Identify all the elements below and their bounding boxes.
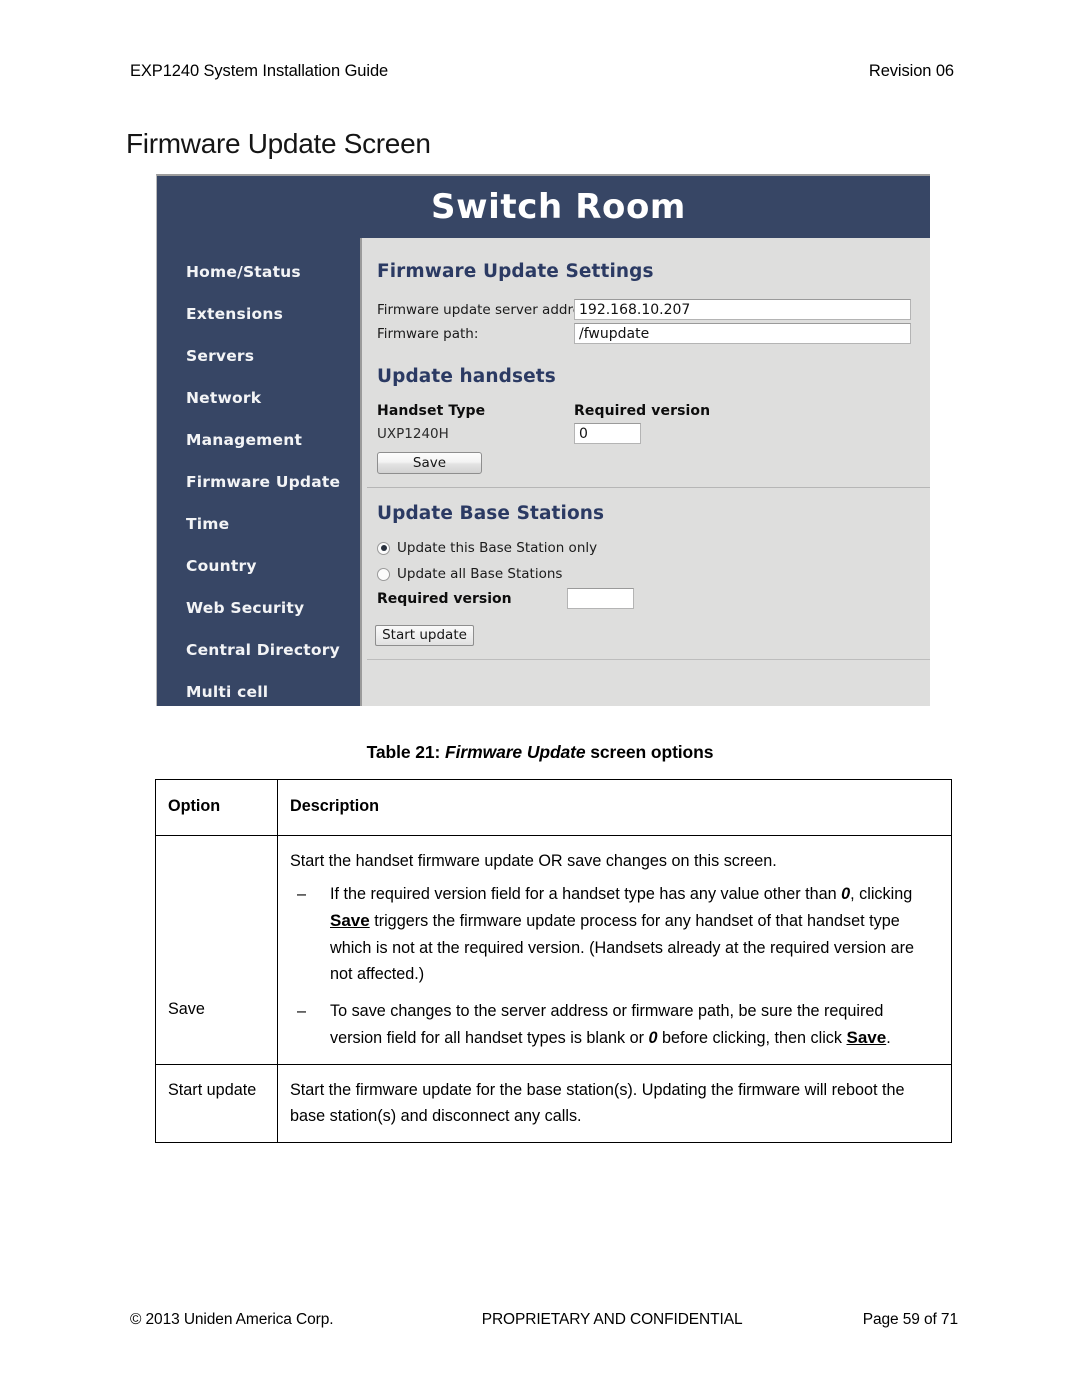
bullet2-part3: .	[886, 1029, 891, 1048]
header-option: Option	[155, 778, 278, 837]
dash-icon: –	[297, 1001, 307, 1020]
bullet1-part2: , clicking	[850, 884, 913, 903]
firmware-update-settings-section: Firmware Update Settings Firmware update…	[362, 238, 930, 344]
bullet2-part2: before clicking, then click	[657, 1029, 847, 1048]
table-row: Start update Start the firmware update f…	[155, 1063, 952, 1143]
sidebar-item-time[interactable]: Time	[157, 503, 360, 545]
page-title: Firmware Update Screen	[126, 128, 431, 159]
table-caption-suffix: screen options	[590, 742, 714, 762]
handset-type-value: UXP1240H	[377, 426, 449, 442]
sidebar-item-servers[interactable]: Servers	[157, 335, 360, 377]
base-required-version-input[interactable]	[567, 588, 634, 609]
base-required-version-row: Required version	[362, 588, 930, 609]
sidebar-item-management[interactable]: Management	[157, 419, 360, 461]
save-bullet-1: – If the required version field for a ha…	[290, 881, 940, 988]
bullet1-part1: If the required version field for a hand…	[330, 884, 842, 903]
bullet2-em1: 0	[648, 1029, 658, 1048]
footer-copyright: © 2013 Uniden America Corp.	[130, 1311, 334, 1328]
server-address-input[interactable]: 192.168.10.207	[574, 299, 911, 320]
panel-bottom-rule	[367, 659, 930, 660]
row-option-start-update: Start update	[155, 1063, 278, 1143]
sidebar-item-home-status[interactable]: Home/Status	[157, 251, 360, 293]
update-base-stations-heading: Update Base Stations	[377, 503, 605, 524]
firmware-path-row: Firmware path: /fwupdate	[362, 323, 930, 344]
section-divider	[367, 487, 930, 488]
sidebar-nav: Home/Status Extensions Servers Network M…	[157, 238, 360, 706]
dash-icon: –	[297, 884, 307, 903]
footer-page-number: Page 59 of 71	[862, 1311, 958, 1328]
firmware-update-settings-heading: Firmware Update Settings	[377, 261, 654, 282]
save-bullet-1-text: If the required version field for a hand…	[330, 881, 940, 988]
update-base-stations-section: Update Base Stations Update this Base St…	[362, 503, 930, 660]
bullet1-save-keyword: Save	[330, 911, 370, 931]
radio-update-this-label: Update this Base Station only	[397, 540, 598, 556]
sidebar-item-extensions[interactable]: Extensions	[157, 293, 360, 335]
header-description: Description	[277, 778, 952, 837]
table-caption-italic: Firmware Update	[445, 742, 586, 762]
required-version-column-header: Required version	[574, 403, 711, 419]
app-title: Switch Room	[431, 187, 686, 227]
radio-selected-icon[interactable]	[377, 541, 390, 555]
settings-panel: Firmware Update Settings Firmware update…	[360, 238, 930, 706]
footer-confidentiality: PROPRIETARY AND CONFIDENTIAL	[481, 1311, 743, 1328]
radio-update-all-label: Update all Base Stations	[397, 566, 563, 582]
radio-unselected-icon[interactable]	[377, 567, 390, 581]
server-address-row: Firmware update server address: 192.168.…	[362, 299, 930, 320]
handset-required-version-input[interactable]: 0	[574, 423, 641, 444]
handsets-table: Handset Type UXP1240H Required version 0…	[362, 403, 930, 474]
radio-update-this-base-station[interactable]: Update this Base Station only	[362, 540, 930, 556]
row-description-start-update: Start the firmware update for the base s…	[277, 1063, 952, 1143]
bullet1-em1: 0	[841, 884, 851, 903]
firmware-path-input[interactable]: /fwupdate	[574, 323, 911, 344]
server-address-label: Firmware update server address:	[377, 301, 600, 318]
bullet1-part3: triggers the firmware update process for…	[330, 912, 914, 984]
row-option-save: Save	[155, 835, 278, 1065]
sidebar-item-firmware-update[interactable]: Firmware Update	[157, 461, 360, 503]
save-bullet-2: – To save changes to the server address …	[290, 998, 940, 1052]
sidebar-item-central-directory[interactable]: Central Directory	[157, 629, 360, 671]
table-caption-prefix: Table 21:	[366, 742, 441, 762]
table-row: Save Start the handset firmware update O…	[155, 835, 952, 1065]
options-table: Option Description Save Start the handse…	[155, 778, 952, 1143]
save-button[interactable]: Save	[377, 452, 482, 474]
bullet2-save-keyword: Save	[846, 1028, 887, 1048]
table-caption: Table 21: Firmware Update screen options	[0, 742, 1080, 763]
sidebar-item-web-security[interactable]: Web Security	[157, 587, 360, 629]
sidebar-item-network[interactable]: Network	[157, 377, 360, 419]
sidebar-item-multi-cell[interactable]: Multi cell	[157, 671, 360, 706]
running-head-revision: Revision 06	[868, 62, 954, 80]
page-footer: © 2013 Uniden America Corp. PROPRIETARY …	[130, 1311, 960, 1329]
handset-type-column-header: Handset Type	[377, 403, 486, 419]
sidebar-item-country[interactable]: Country	[157, 545, 360, 587]
save-description-lead: Start the handset firmware update OR sav…	[290, 852, 777, 871]
update-handsets-section: Update handsets Handset Type UXP1240H Re…	[362, 366, 930, 488]
base-required-version-label: Required version	[377, 590, 512, 607]
update-handsets-heading: Update handsets	[377, 366, 556, 387]
screenshot-app-header: Switch Room	[157, 176, 930, 238]
firmware-update-screenshot: Switch Room Home/Status Extensions Serve…	[156, 174, 930, 706]
start-update-button[interactable]: Start update	[375, 625, 474, 646]
row-description-save: Start the handset firmware update OR sav…	[277, 835, 952, 1065]
save-bullet-2-text: To save changes to the server address or…	[330, 998, 940, 1052]
firmware-path-label: Firmware path:	[377, 325, 479, 342]
running-head-title: EXP1240 System Installation Guide	[130, 62, 389, 80]
running-head: EXP1240 System Installation Guide Revisi…	[130, 62, 960, 81]
radio-update-all-base-stations[interactable]: Update all Base Stations	[362, 566, 930, 582]
table-header-row: Option Description	[155, 778, 952, 837]
